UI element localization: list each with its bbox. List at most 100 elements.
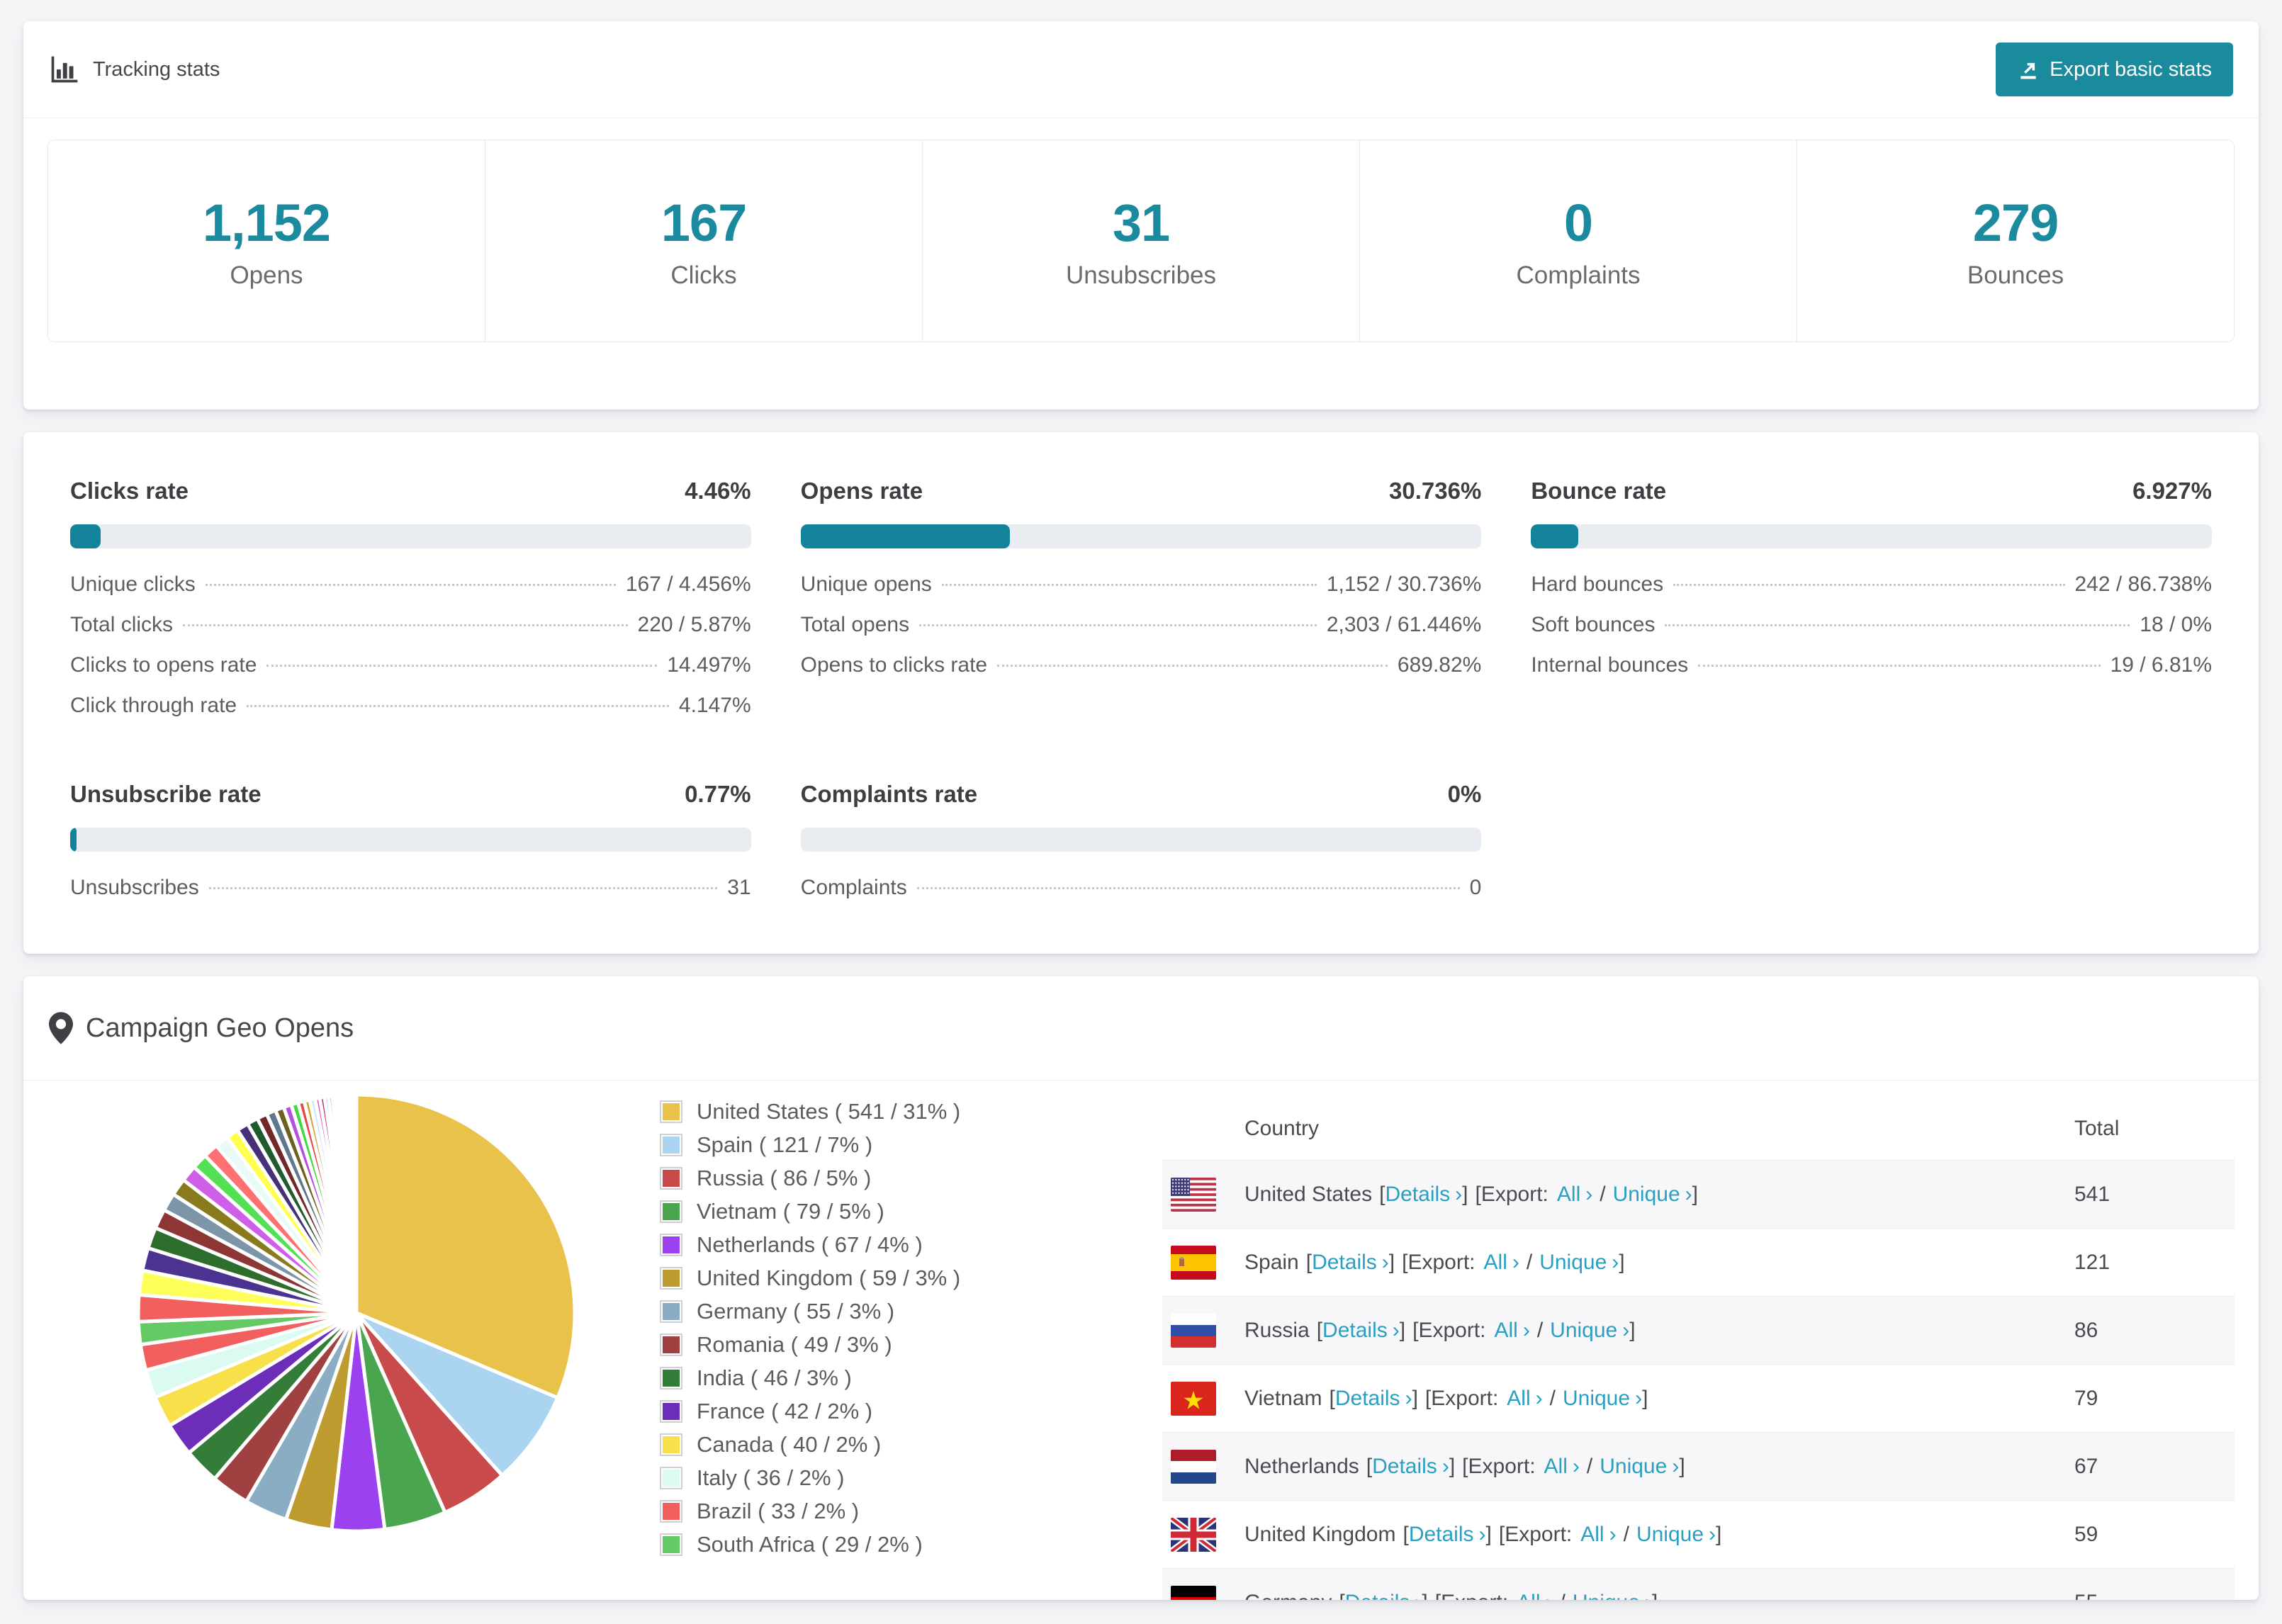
export-all-link[interactable]: All›	[1544, 1455, 1580, 1478]
unsubscribe-rate-section: Unsubscribe rate 0.77% Unsubscribes 31	[70, 781, 751, 916]
export-unique-link[interactable]: Unique›	[1573, 1591, 1652, 1601]
legend-swatch	[660, 1433, 682, 1456]
legend-item[interactable]: India ( 46 / 3% )	[660, 1365, 960, 1391]
export-unique-link[interactable]: Unique›	[1563, 1387, 1642, 1410]
rate-detail-row: Unique opens 1,152 / 30.736%	[801, 573, 1482, 613]
rate-detail-value: 4.147%	[678, 694, 751, 717]
export-unique-link[interactable]: Unique›	[1636, 1523, 1716, 1546]
rate-detail-label: Clicks to opens rate	[70, 653, 257, 677]
export-unique-link[interactable]: Unique›	[1613, 1183, 1692, 1206]
rate-detail-row: Unique clicks 167 / 4.456%	[70, 573, 751, 613]
details-link[interactable]: Details›	[1372, 1455, 1449, 1478]
flag-icon-gb	[1171, 1517, 1216, 1552]
details-link[interactable]: Details›	[1335, 1387, 1412, 1410]
export-icon	[2017, 58, 2040, 81]
geo-opens-pie-chart[interactable]	[123, 1081, 590, 1548]
bounce-rate-section: Bounce rate 6.927% Hard bounces 242 / 86…	[1531, 478, 2212, 734]
details-link[interactable]: Details›	[1409, 1523, 1486, 1546]
legend-item[interactable]: Germany ( 55 / 3% )	[660, 1299, 960, 1324]
export-basic-stats-button[interactable]: Export basic stats	[1996, 43, 2233, 96]
legend-swatch	[660, 1267, 682, 1290]
legend-swatch	[660, 1333, 682, 1356]
geo-table-row: Vietnam [Details ›] [Export: All › / Unique ›] 7…	[1162, 1364, 2235, 1432]
rate-detail-label: Hard bounces	[1531, 573, 1664, 596]
rate-detail-label: Total clicks	[70, 613, 174, 636]
legend-item[interactable]: Canada ( 40 / 2% )	[660, 1432, 960, 1457]
legend-item[interactable]: United States ( 541 / 31% )	[660, 1099, 961, 1124]
export-all-link[interactable]: All›	[1507, 1387, 1542, 1410]
rate-detail-row: Total opens 2,303 / 61.446%	[801, 613, 1482, 653]
export-all-link[interactable]: All›	[1517, 1591, 1552, 1601]
pie-legend: United States ( 541 / 31% ) Spain ( 121 …	[660, 1099, 961, 1557]
country-cell: Russia [Details ›] [Export: All › / Unique ›]	[1244, 1318, 1636, 1342]
export-unique-link[interactable]: Unique›	[1550, 1319, 1629, 1342]
export-unique-link[interactable]: Unique›	[1600, 1455, 1679, 1478]
country-cell: United Kingdom [Details ›] [Export: All › / Uni…	[1244, 1522, 1722, 1546]
legend-item[interactable]: Vietnam ( 79 / 5% )	[660, 1199, 960, 1224]
rate-detail-value: 19 / 6.81%	[2110, 653, 2212, 677]
flag-icon-ru	[1171, 1313, 1216, 1348]
country-name: Germany	[1244, 1591, 1332, 1601]
legend-item[interactable]: South Africa ( 29 / 2% )	[660, 1532, 960, 1557]
legend-label: United Kingdom ( 59 / 3% )	[697, 1265, 961, 1290]
legend-item[interactable]: United Kingdom ( 59 / 3% )	[660, 1265, 961, 1291]
geo-table-body: United States [Details ›] [Export: All › / Uniq…	[1162, 1160, 2235, 1600]
opens-rate-value: 30.736%	[1389, 478, 1482, 504]
clicks-rate-bar	[70, 524, 751, 548]
total-column-header: Total	[2074, 1117, 2120, 1140]
legend-item[interactable]: Spain ( 121 / 7% )	[660, 1132, 960, 1158]
details-link[interactable]: Details›	[1322, 1319, 1400, 1342]
legend-item[interactable]: Russia ( 86 / 5% )	[660, 1166, 960, 1191]
unsubscribe-rate-bar-fill	[70, 828, 77, 852]
stat-label: Bounces	[1967, 261, 2064, 289]
legend-label: Brazil ( 33 / 2% )	[697, 1499, 860, 1523]
country-cell: United States [Details ›] [Export: All › / Uniq…	[1244, 1182, 1698, 1206]
details-link[interactable]: Details›	[1385, 1183, 1462, 1206]
flag-icon-es	[1171, 1245, 1216, 1280]
stat-value: 1,152	[202, 193, 331, 252]
stat-value: 279	[1972, 193, 2059, 252]
details-link[interactable]: Details›	[1312, 1251, 1389, 1274]
export-all-link[interactable]: All›	[1494, 1319, 1529, 1342]
rate-detail-value: 18 / 0%	[2140, 613, 2212, 636]
legend-item[interactable]: Brazil ( 33 / 2% )	[660, 1499, 960, 1524]
tracking-stats-header: Tracking stats Export basic stats	[23, 21, 2259, 118]
legend-label: South Africa ( 29 / 2% )	[697, 1532, 923, 1557]
geo-table-header: Country Total	[1162, 1098, 2235, 1160]
country-name: Vietnam	[1244, 1386, 1322, 1410]
legend-item[interactable]: France ( 42 / 2% )	[660, 1399, 960, 1424]
export-unique-link[interactable]: Unique›	[1539, 1251, 1619, 1274]
bounce-rate-title: Bounce rate	[1531, 478, 1667, 504]
legend-swatch	[660, 1100, 682, 1123]
details-link[interactable]: Details›	[1345, 1591, 1422, 1601]
tracking-stats-title-text: Tracking stats	[93, 57, 220, 81]
dotted-leader	[1698, 665, 2101, 667]
rate-detail-row: Complaints 0	[801, 876, 1482, 916]
unsubscribe-rate-title: Unsubscribe rate	[70, 781, 262, 807]
dotted-leader	[208, 887, 718, 889]
legend-label: Canada ( 40 / 2% )	[697, 1432, 882, 1457]
geo-table-row: United States [Details ›] [Export: All › / Uniq…	[1162, 1160, 2235, 1228]
opens-rate-bar	[800, 524, 1482, 548]
legend-swatch	[660, 1300, 682, 1323]
export-all-link[interactable]: All›	[1580, 1523, 1616, 1546]
rate-detail-value: 220 / 5.87%	[637, 613, 751, 636]
rate-detail-value: 689.82%	[1397, 653, 1482, 677]
country-name: Spain	[1244, 1250, 1299, 1274]
clicks-rate-value: 4.46%	[685, 478, 751, 504]
legend-item[interactable]: Italy ( 36 / 2% )	[660, 1465, 960, 1491]
stat-value: 167	[661, 193, 747, 252]
legend-swatch	[660, 1167, 682, 1190]
stat-box: 31 Unsubscribes	[923, 140, 1360, 342]
rate-detail-row: Click through rate 4.147%	[70, 694, 751, 734]
legend-label: United States ( 541 / 31% )	[697, 1099, 961, 1124]
geo-table-row: Russia [Details ›] [Export: All › / Unique ›] 86	[1162, 1296, 2235, 1364]
legend-swatch	[660, 1367, 682, 1389]
export-all-link[interactable]: All›	[1557, 1183, 1592, 1206]
rate-detail-row: Unsubscribes 31	[70, 876, 751, 916]
bounce-rate-bar	[1531, 524, 2212, 548]
legend-item[interactable]: Netherlands ( 67 / 4% )	[660, 1232, 960, 1258]
export-all-link[interactable]: All›	[1484, 1251, 1519, 1274]
rates-card: Clicks rate 4.46% Unique clicks 167 / 4.…	[23, 432, 2259, 954]
legend-item[interactable]: Romania ( 49 / 3% )	[660, 1332, 960, 1358]
